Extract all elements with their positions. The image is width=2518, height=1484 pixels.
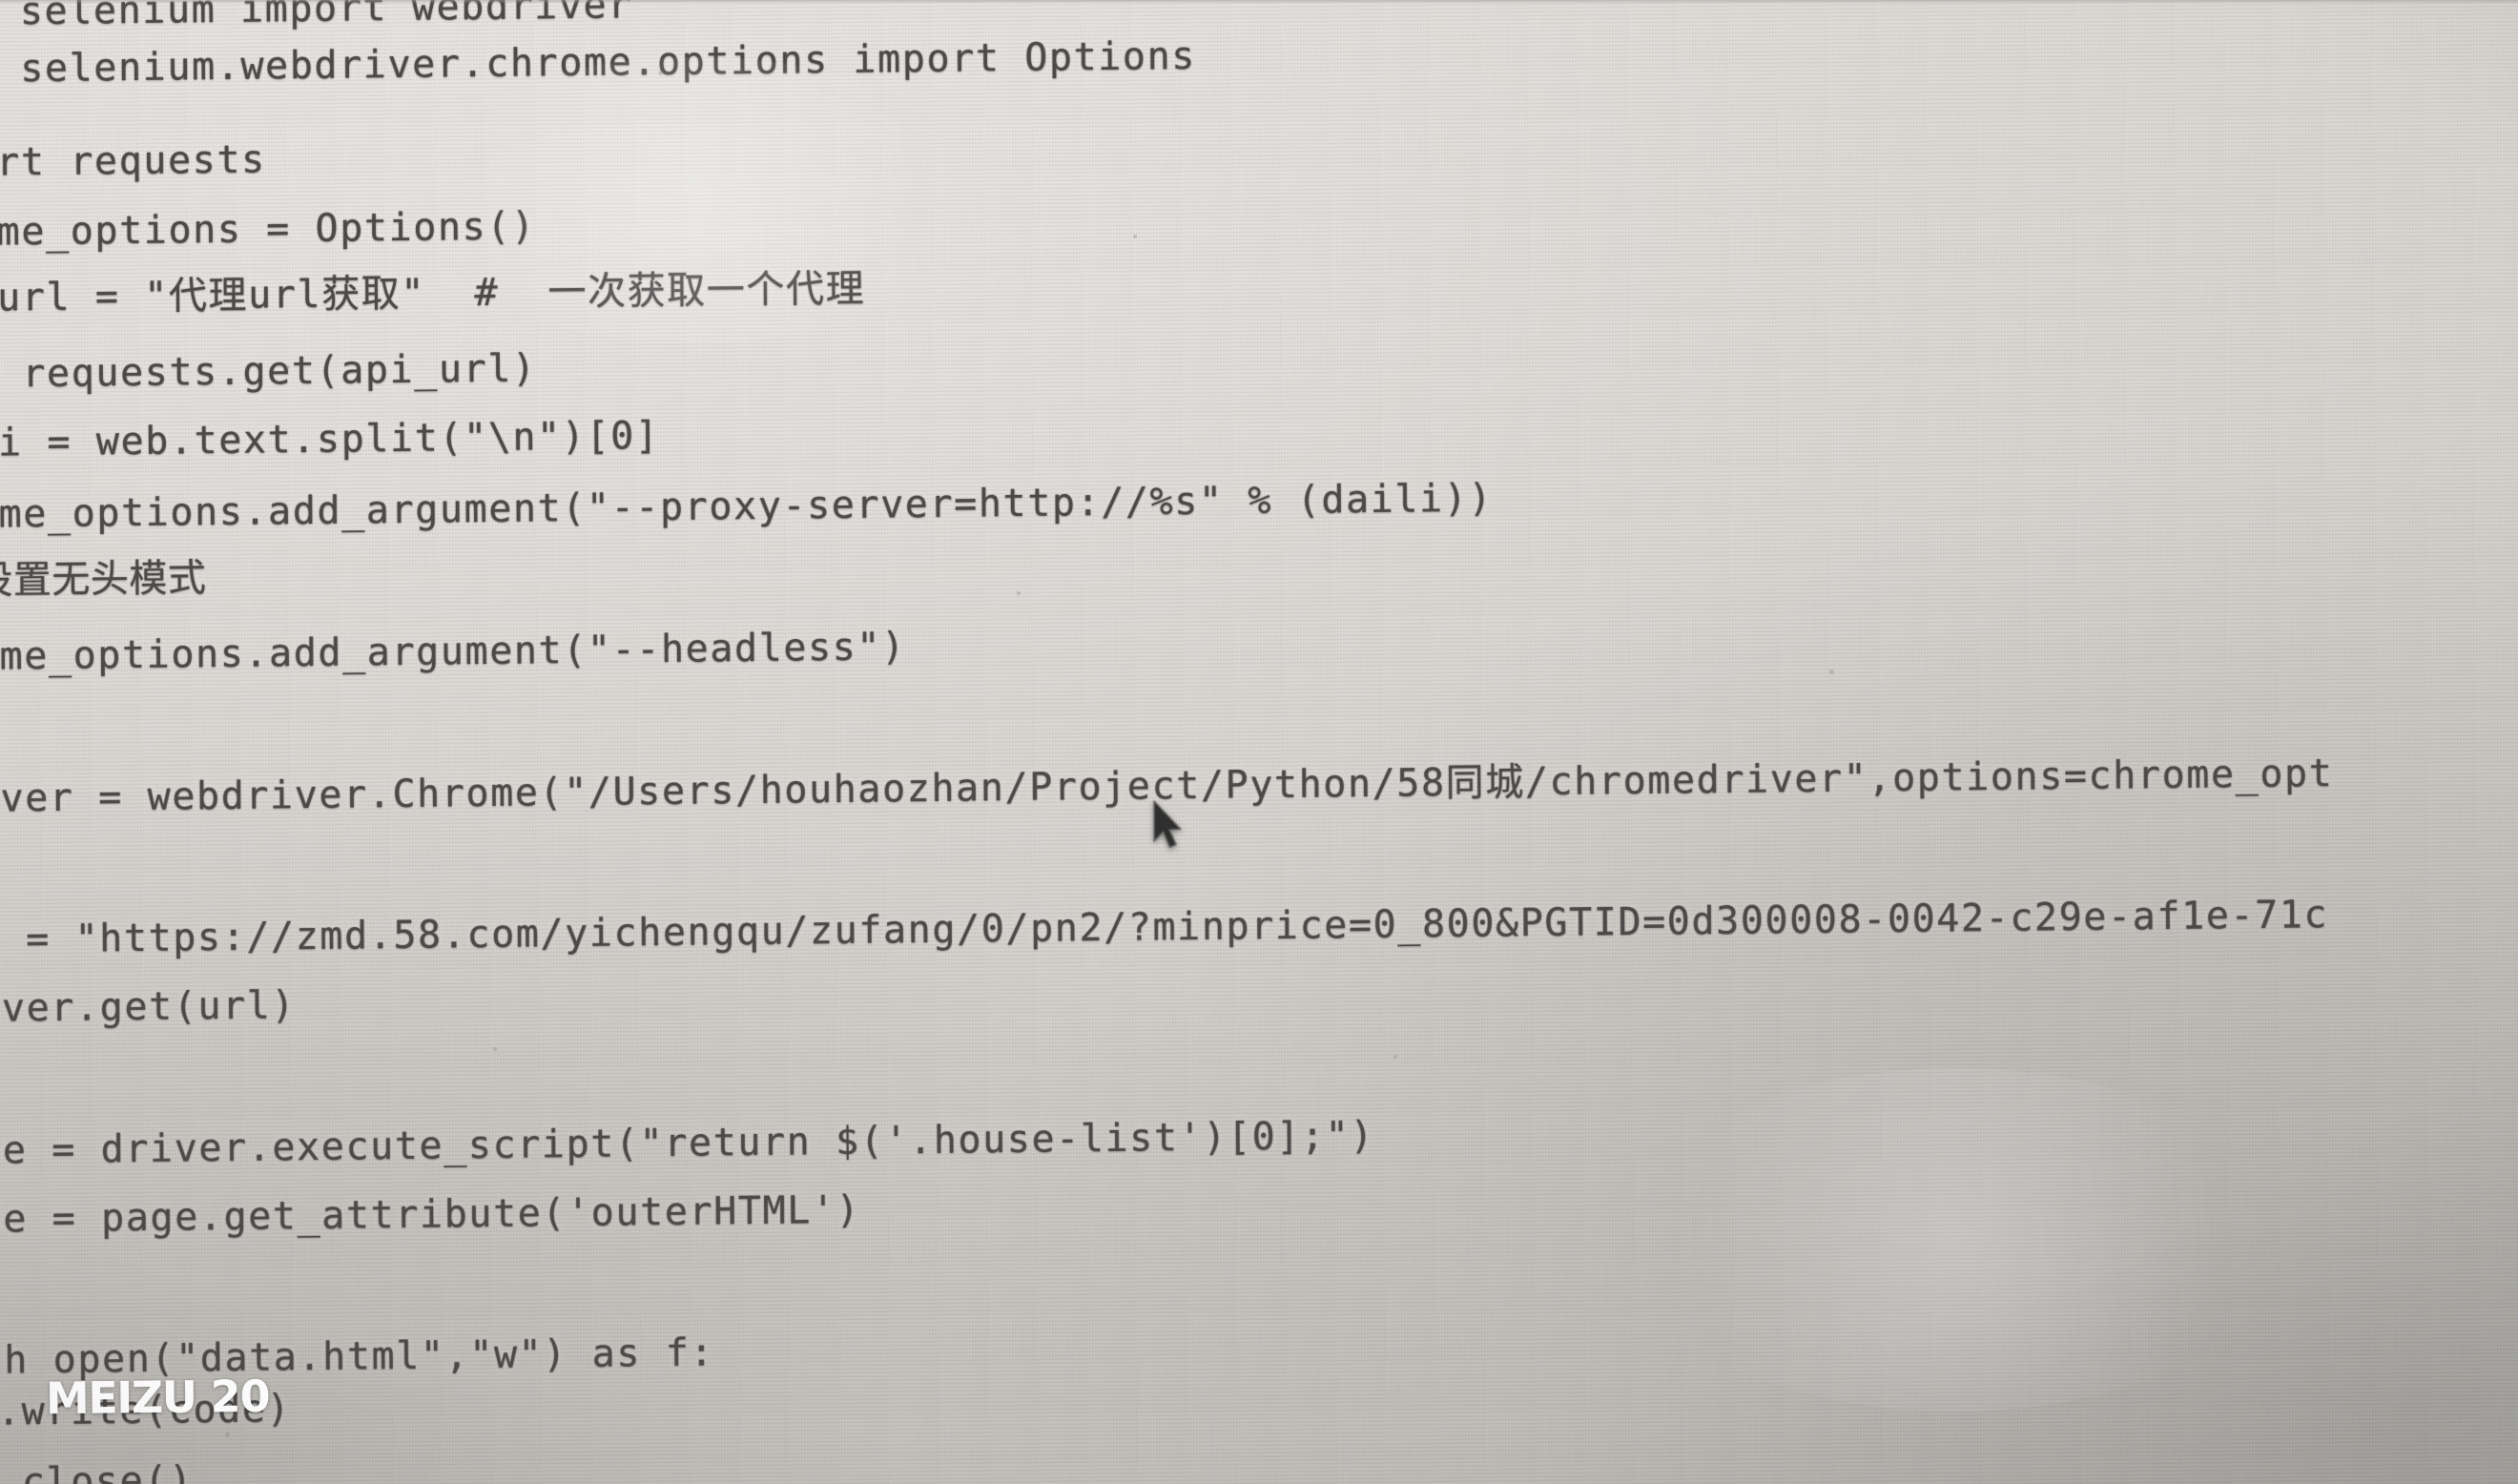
screen-photo: m selenium import webdriver m selenium.w…	[0, 0, 2518, 1484]
monitor-surface	[0, 0, 2518, 1484]
